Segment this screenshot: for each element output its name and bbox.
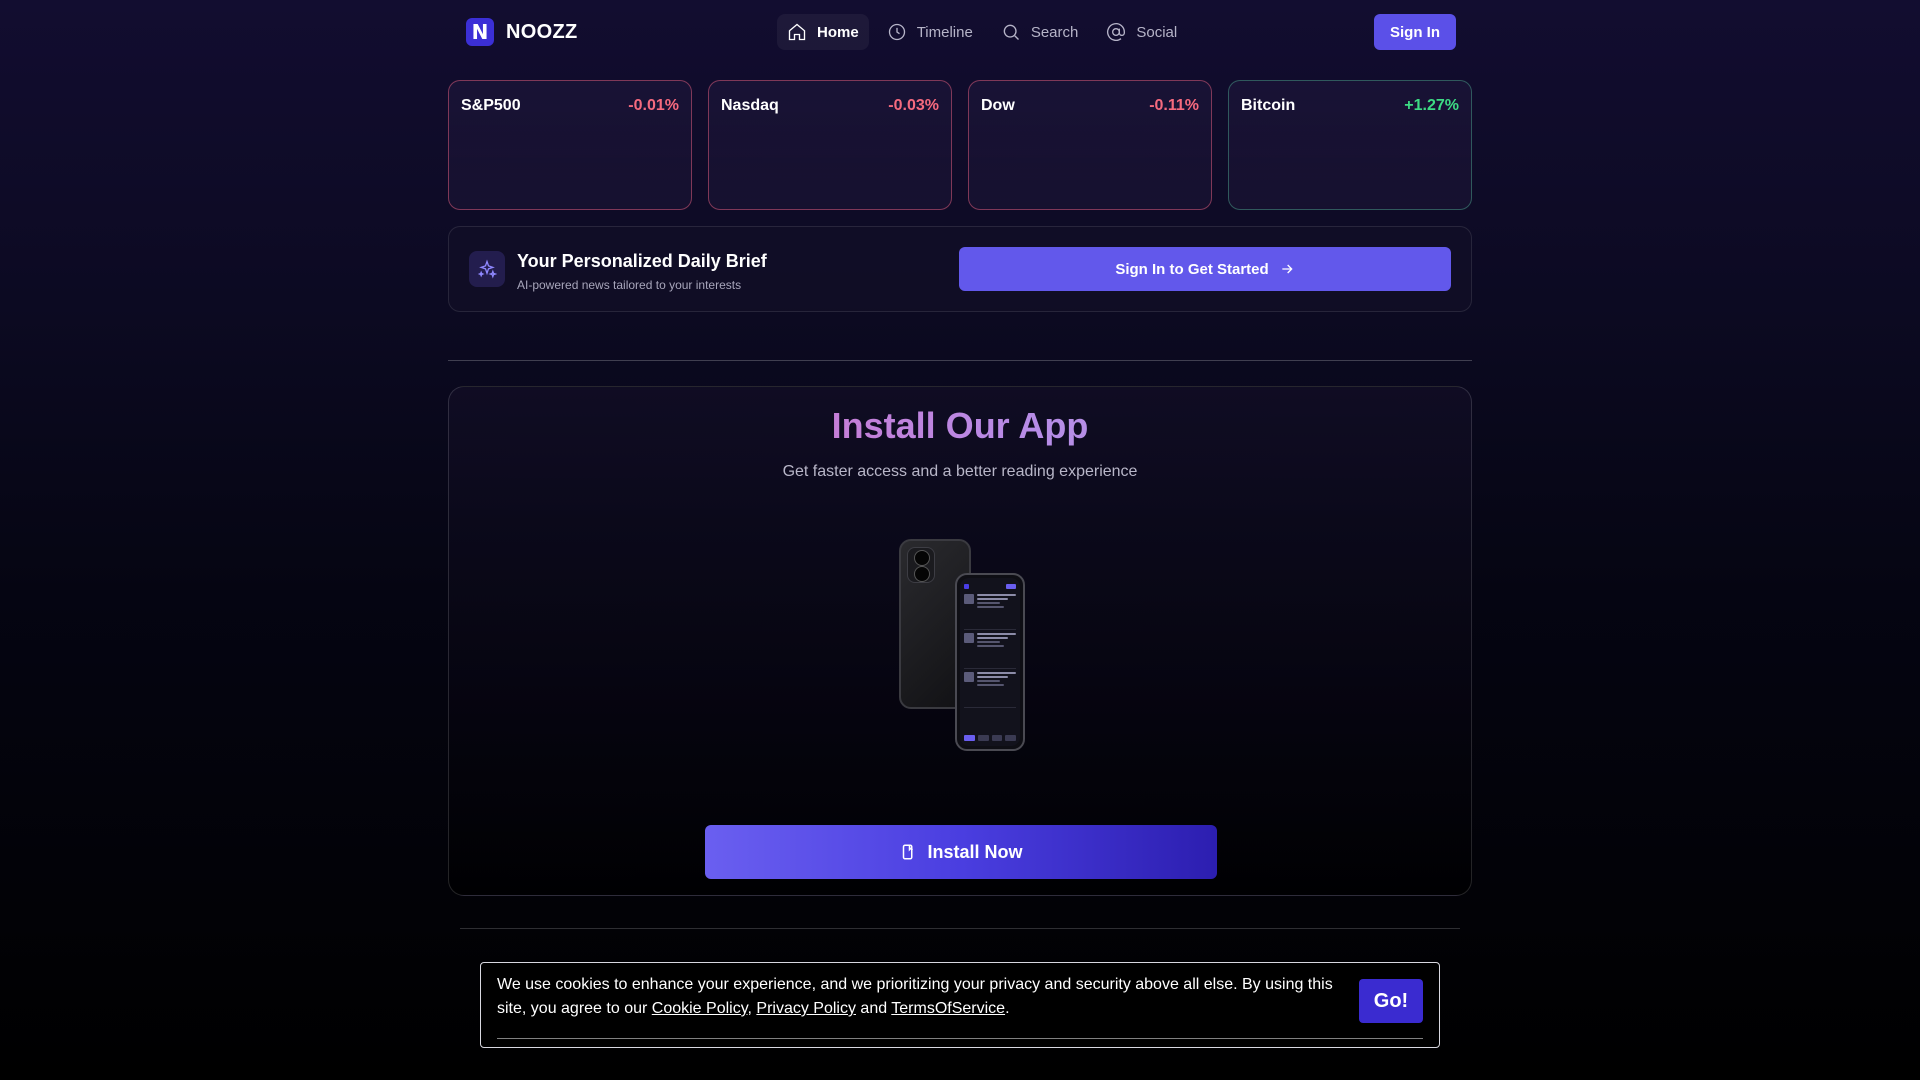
cookie-text: We use cookies to enhance your experienc… — [497, 973, 1337, 1021]
logo-mark-icon: N — [466, 18, 494, 46]
daily-brief-banner: Your Personalized Daily Brief AI-powered… — [448, 226, 1472, 312]
nav-link-timeline[interactable]: Timeline — [877, 14, 983, 50]
terms-of-service-link[interactable]: TermsOfService — [891, 1000, 1005, 1017]
ticker-name: Nasdaq — [721, 97, 779, 114]
phone-front — [955, 573, 1025, 751]
brand-name: NOOZZ — [506, 20, 578, 43]
nav-link-label: Social — [1136, 23, 1178, 41]
ticker-card-nasdaq[interactable]: Nasdaq -0.03% — [708, 80, 952, 210]
clock-icon — [888, 23, 905, 41]
cookie-policy-link[interactable]: Cookie Policy — [652, 1000, 748, 1017]
get-started-label: Sign In to Get Started — [1115, 260, 1269, 278]
brief-title: Your Personalized Daily Brief — [517, 251, 767, 271]
install-app-card: Install Our App Get faster access and a … — [448, 386, 1472, 896]
search-icon — [1003, 24, 1019, 40]
cookie-separator: and — [855, 1000, 892, 1017]
footer-divider — [460, 928, 1460, 929]
sparkles-icon — [477, 259, 497, 279]
phone-install-icon — [903, 844, 914, 860]
brief-subtitle: AI-powered news tailored to your interes… — [517, 278, 742, 292]
camera-icon — [907, 547, 935, 583]
home-icon — [788, 23, 806, 41]
ticker-change: -0.01% — [628, 97, 679, 114]
section-divider — [448, 360, 1472, 361]
cookie-underline — [497, 1038, 1423, 1039]
ticker-name: Dow — [981, 97, 1015, 114]
arrow-right-icon — [1282, 264, 1293, 274]
nav-links: Home Timeline Search Social — [777, 14, 1187, 50]
nav-link-search[interactable]: Search — [991, 14, 1089, 50]
ticker-card-bitcoin[interactable]: Bitcoin +1.27% — [1228, 80, 1472, 210]
cookie-period: . — [1005, 1000, 1010, 1017]
sign-in-button[interactable]: Sign In — [1374, 14, 1456, 50]
phone-mockup-image — [899, 539, 1039, 751]
install-title: Install Our App — [449, 405, 1471, 447]
ticker-card-sp500[interactable]: S&P500 -0.01% — [448, 80, 692, 210]
ticker-name: S&P500 — [461, 97, 521, 114]
ticker-change: -0.03% — [888, 97, 939, 114]
top-nav: N NOOZZ Home Timeline Search Social Sign… — [448, 0, 1472, 64]
accept-cookies-button[interactable]: Go! — [1359, 979, 1423, 1023]
install-now-button[interactable]: Install Now — [705, 825, 1217, 879]
get-started-button[interactable]: Sign In to Get Started — [959, 247, 1451, 291]
privacy-policy-link[interactable]: Privacy Policy — [756, 1000, 856, 1017]
nav-link-label: Search — [1030, 23, 1079, 41]
at-icon — [1107, 23, 1126, 41]
nav-link-home[interactable]: Home — [777, 14, 869, 50]
ticker-change: -0.11% — [1149, 97, 1199, 114]
install-subtitle: Get faster access and a better reading e… — [782, 463, 1138, 480]
nav-link-label: Home — [817, 23, 859, 41]
ticker-change: +1.27% — [1404, 97, 1459, 114]
nav-link-label: Timeline — [916, 23, 973, 41]
brand-logo[interactable]: N NOOZZ — [466, 18, 578, 46]
ticker-card-dow[interactable]: Dow -0.11% — [968, 80, 1212, 210]
market-tickers: S&P500 -0.01% Nasdaq -0.03% Dow -0.11% B… — [448, 80, 1472, 210]
ticker-name: Bitcoin — [1241, 97, 1296, 114]
brief-icon-badge — [469, 251, 505, 287]
cookie-banner: We use cookies to enhance your experienc… — [480, 962, 1440, 1048]
install-now-label: Install Now — [927, 841, 1023, 862]
nav-link-social[interactable]: Social — [1096, 14, 1187, 50]
